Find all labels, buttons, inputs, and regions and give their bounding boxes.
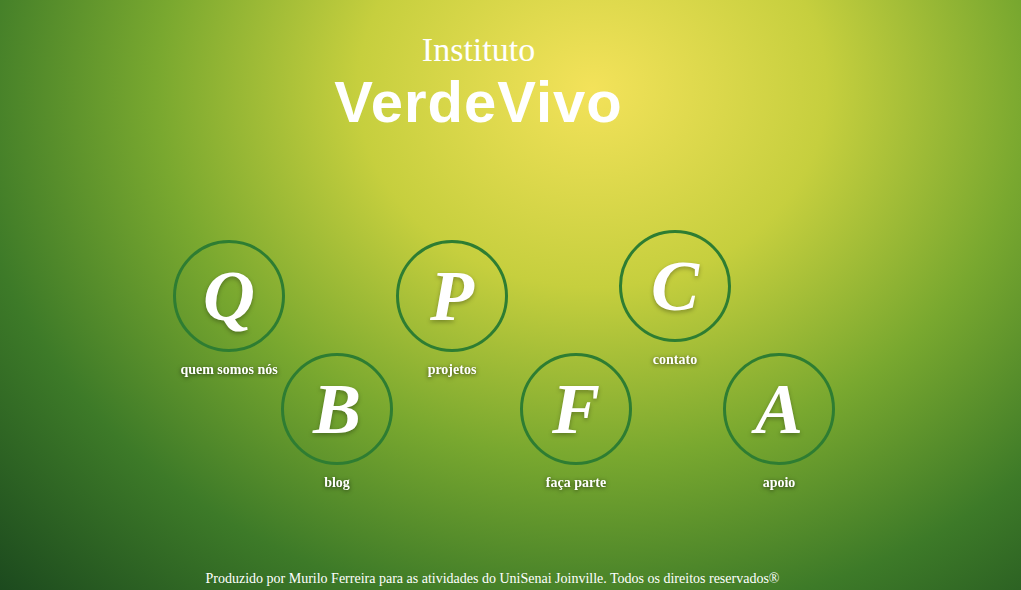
nav-label[interactable]: contato — [653, 350, 697, 370]
nav-label[interactable]: faça parte — [546, 473, 606, 493]
nav-letter: F — [552, 373, 600, 445]
nav-row: Qquem somos nós Pprojetos Ccontato — [0, 230, 1021, 380]
nav-letter: C — [651, 250, 699, 322]
nav-item[interactable]: Ccontato — [619, 230, 731, 370]
nav-letter: P — [430, 260, 474, 332]
nav-circle[interactable]: A — [723, 353, 835, 465]
nav-letter: B — [313, 373, 361, 445]
nav-circle[interactable]: F — [520, 353, 632, 465]
nav-item[interactable]: Qquem somos nós — [173, 240, 285, 380]
nav-letter: A — [755, 373, 803, 445]
nav-row: Bblog Ffaça parte Aapoio — [0, 353, 1021, 493]
nav-item[interactable]: Pprojetos — [396, 240, 508, 380]
footer-text: Produzido por Murilo Ferreira para as at… — [206, 570, 780, 588]
nav-item[interactable]: Aapoio — [723, 353, 835, 493]
nav-circle[interactable]: Q — [173, 240, 285, 352]
nav-label[interactable]: projetos — [428, 360, 477, 380]
nav-label[interactable]: quem somos nós — [180, 360, 277, 380]
footer: Produzido por Murilo Ferreira para as at… — [0, 570, 1021, 590]
page: InstitutoVerdeVivo Qquem somos nós Pprojet… — [0, 0, 1021, 590]
nav-label[interactable]: apoio — [763, 473, 796, 493]
logo-title[interactable]: VerdeVivo — [334, 70, 622, 134]
nav: Qquem somos nós Pprojetos Ccontato Bblog Ffa… — [0, 230, 1021, 493]
nav-letter: Q — [203, 260, 255, 332]
nav-circle[interactable]: B — [281, 353, 393, 465]
nav-circle[interactable]: P — [396, 240, 508, 352]
nav-item[interactable]: Bblog — [281, 353, 393, 493]
header-prefix: Instituto — [422, 30, 535, 70]
header: InstitutoVerdeVivo — [0, 0, 1021, 134]
nav-circle[interactable]: C — [619, 230, 731, 342]
nav-label[interactable]: blog — [324, 473, 350, 493]
nav-item[interactable]: Ffaça parte — [520, 353, 632, 493]
